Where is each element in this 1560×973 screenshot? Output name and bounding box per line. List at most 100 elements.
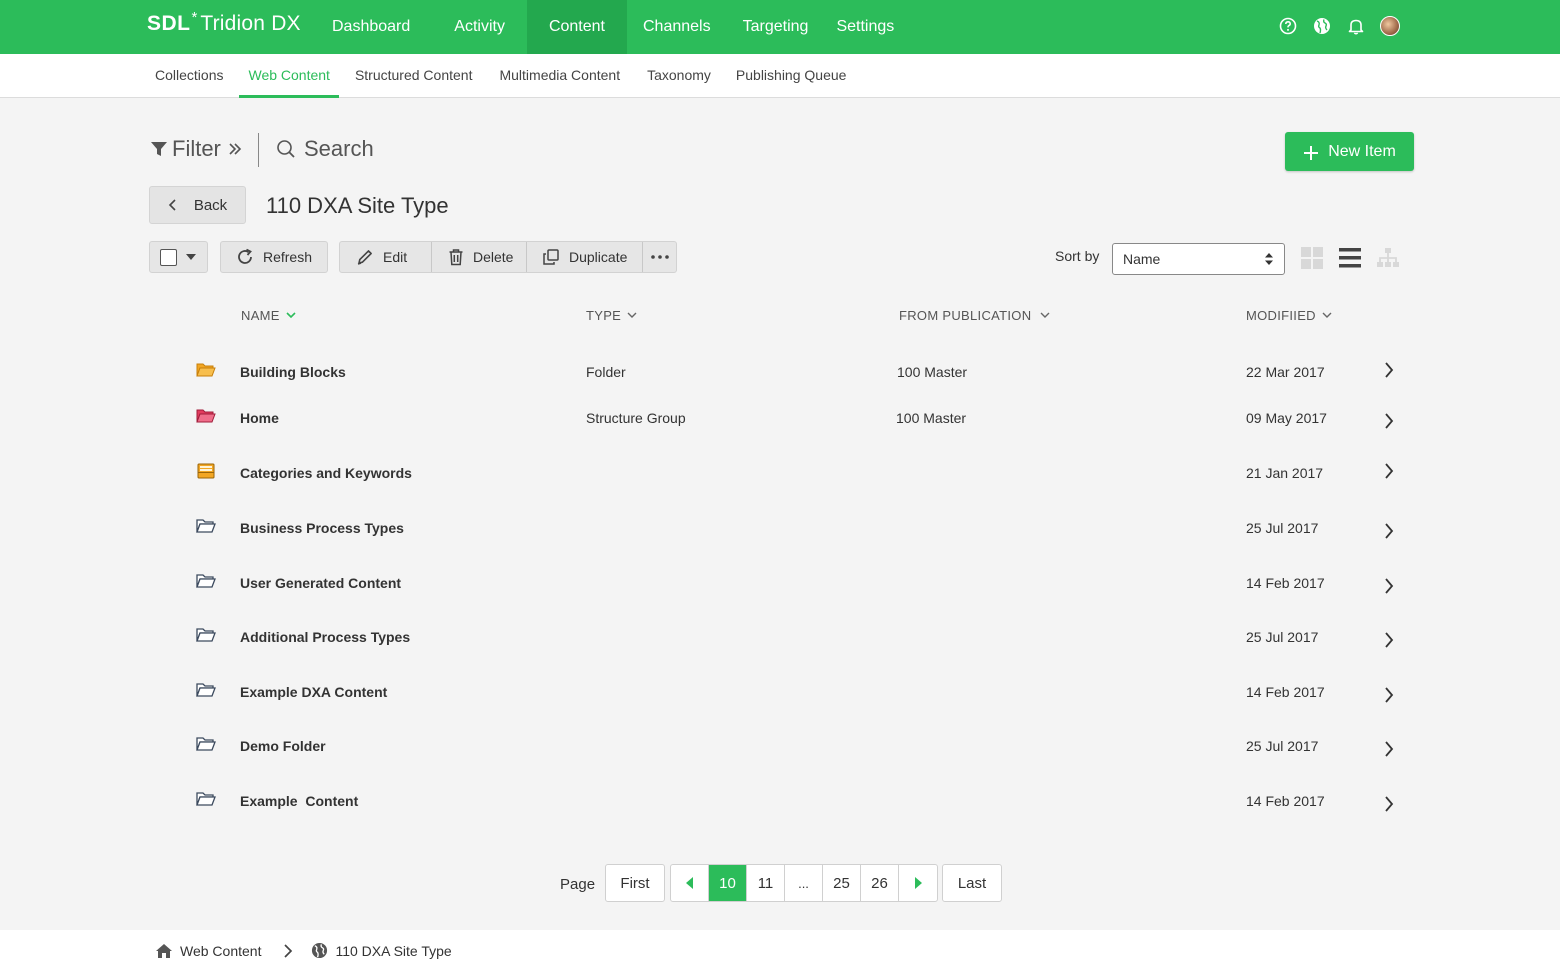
chevron-down-icon — [1322, 312, 1332, 318]
chevron-right-icon[interactable] — [1383, 740, 1395, 758]
breadcrumb-110-dxa-site-type[interactable]: 110 DXA Site Type — [311, 942, 452, 959]
tab-structured-content[interactable]: Structured Content — [346, 54, 482, 98]
tab-taxonomy[interactable]: Taxonomy — [638, 54, 720, 98]
nav-targeting[interactable]: Targeting — [727, 0, 825, 54]
last-page-button[interactable]: Last — [942, 864, 1002, 902]
first-page-button[interactable]: First — [605, 864, 665, 902]
table-row[interactable]: Example Content 14 Feb 2017 — [150, 781, 1410, 821]
column-header-name[interactable]: NAME — [241, 308, 296, 323]
row-modified: 25 Jul 2017 — [1246, 629, 1319, 645]
sdl-tridion-logo[interactable]: SDL * Tridion DX — [147, 9, 301, 42]
bell-icon[interactable] — [1346, 16, 1366, 36]
row-publication: 100 Master — [897, 364, 968, 380]
chevron-down-icon — [627, 312, 637, 318]
row-type: Structure Group — [586, 410, 686, 426]
chevron-right-icon[interactable] — [1383, 631, 1395, 649]
page-ellipsis: ... — [785, 865, 823, 901]
duplicate-button[interactable]: Duplicate — [527, 242, 643, 272]
chevron-left-icon — [168, 199, 176, 211]
chevron-right-icon[interactable] — [1383, 577, 1395, 595]
nav-dashboard[interactable]: Dashboard — [310, 0, 432, 54]
next-page-button[interactable] — [899, 865, 937, 901]
table-row[interactable]: User Generated Content 14 Feb 2017 — [150, 563, 1410, 603]
table-row[interactable]: Business Process Types 25 Jul 2017 — [150, 508, 1410, 548]
tab-multimedia-content[interactable]: Multimedia Content — [490, 54, 629, 98]
table-row[interactable]: Demo Folder 25 Jul 2017 — [150, 726, 1410, 766]
sort-by-select[interactable]: Name — [1112, 243, 1285, 275]
nav-channels[interactable]: Channels — [627, 0, 727, 54]
delete-label: Delete — [473, 249, 514, 265]
table-row[interactable]: Categories and Keywords 21 Jan 2017 — [150, 453, 1410, 493]
search-toggle[interactable]: Search — [276, 136, 374, 162]
new-item-label: New Item — [1328, 142, 1396, 160]
chevron-right-icon[interactable] — [1383, 462, 1395, 480]
row-publication: 100 Master — [896, 410, 967, 426]
delete-button[interactable]: Delete — [432, 242, 527, 272]
page-26[interactable]: 26 — [861, 865, 899, 901]
chevron-right-icon[interactable] — [1383, 795, 1395, 813]
more-actions-button[interactable] — [643, 242, 676, 272]
table-row[interactable]: Building Blocks Folder 100 Master 22 Mar… — [150, 352, 1410, 392]
tab-publishing-queue[interactable]: Publishing Queue — [727, 54, 856, 98]
breadcrumb-web-content[interactable]: Web Content — [155, 943, 261, 959]
pagination-pages: 10 11 ... 25 26 — [670, 864, 938, 902]
top-icons — [1278, 16, 1400, 36]
row-name: Home — [240, 410, 279, 426]
page-10[interactable]: 10 — [709, 865, 747, 901]
tab-collections[interactable]: Collections — [146, 54, 232, 98]
chevron-right-icon[interactable] — [1383, 361, 1395, 379]
new-item-button[interactable]: New Item — [1285, 132, 1414, 171]
column-header-modified[interactable]: MODIFIIED — [1246, 308, 1332, 323]
grid-view-icon[interactable] — [1301, 247, 1323, 274]
item-actions-group: Edit Delete Duplicate — [339, 241, 677, 273]
row-name: Example Content — [240, 793, 359, 809]
footer: Web Content 110 DXA Site Type — [0, 930, 1560, 973]
page-11[interactable]: 11 — [747, 865, 785, 901]
nav-content[interactable]: Content — [526, 0, 627, 54]
nav-settings[interactable]: Settings — [824, 0, 906, 54]
table-row[interactable]: Home Structure Group 100 Master 09 May 2… — [150, 398, 1410, 438]
user-avatar[interactable] — [1380, 16, 1400, 36]
filter-toggle[interactable]: Filter — [150, 136, 243, 162]
column-header-from-publication[interactable]: FROM PUBLICATION — [899, 308, 1050, 323]
refresh-button[interactable]: Refresh — [220, 241, 328, 273]
globe-icon[interactable] — [1312, 16, 1332, 36]
row-name: Categories and Keywords — [240, 465, 412, 481]
row-name: Demo Folder — [240, 738, 326, 754]
help-icon[interactable] — [1278, 16, 1298, 36]
row-modified: 25 Jul 2017 — [1246, 738, 1319, 754]
select-all-checkbox[interactable] — [160, 248, 177, 266]
more-horizontal-icon — [650, 255, 669, 259]
chevron-right-icon[interactable] — [1383, 686, 1395, 704]
main-nav: Dashboard Activity Content Channels Targ… — [310, 0, 906, 54]
prev-page-button[interactable] — [671, 865, 709, 901]
folder-open-icon — [196, 573, 216, 594]
table-row[interactable]: Additional Process Types 25 Jul 2017 — [150, 617, 1410, 657]
column-publication-label: FROM PUBLICATION — [899, 308, 1032, 323]
tab-web-content[interactable]: Web Content — [239, 54, 339, 98]
chevron-down-icon — [1040, 312, 1050, 318]
page-25[interactable]: 25 — [823, 865, 861, 901]
select-all-dropdown[interactable] — [149, 241, 208, 273]
chevron-right-icon[interactable] — [1383, 522, 1395, 540]
list-view-icon[interactable] — [1339, 247, 1361, 274]
table-row[interactable]: Example DXA Content 14 Feb 2017 — [150, 672, 1410, 712]
trash-icon — [449, 249, 463, 266]
duplicate-icon — [543, 249, 559, 265]
sort-by-value: Name — [1123, 251, 1161, 267]
logo-product: Tridion DX — [200, 12, 301, 35]
chevron-right-icon[interactable] — [1383, 412, 1395, 430]
row-name: Building Blocks — [240, 364, 346, 380]
top-bar: SDL * Tridion DX Dashboard Activity Cont… — [0, 0, 1560, 54]
nav-activity[interactable]: Activity — [432, 0, 527, 54]
refresh-icon — [238, 248, 252, 264]
row-modified: 09 May 2017 — [1246, 410, 1327, 426]
back-button[interactable]: Back — [149, 186, 246, 224]
search-icon — [277, 140, 295, 158]
tree-view-icon[interactable] — [1377, 247, 1399, 274]
sort-arrows-icon — [1265, 253, 1273, 265]
edit-button[interactable]: Edit — [340, 242, 432, 272]
home-icon — [156, 943, 172, 958]
column-header-type[interactable]: TYPE — [586, 308, 637, 323]
folder-open-icon — [196, 682, 216, 703]
